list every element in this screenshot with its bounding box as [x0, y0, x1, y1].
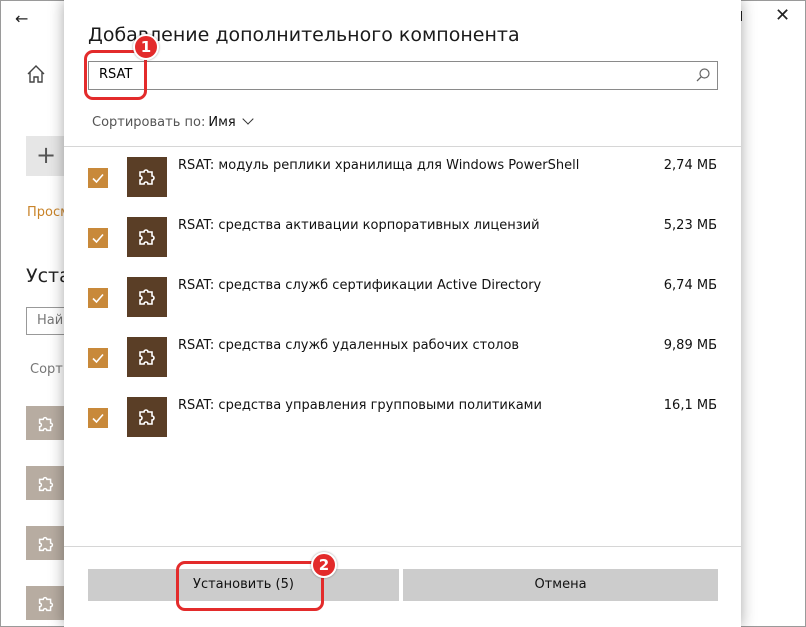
list-item[interactable]: RSAT: средства служб сертификации Active… — [64, 277, 741, 321]
divider — [64, 546, 741, 547]
item-checkbox[interactable] — [88, 168, 108, 188]
item-name: RSAT: средства активации корпоративных л… — [178, 218, 540, 233]
feature-tile — [127, 337, 167, 377]
annotation-highlight-install — [176, 561, 324, 611]
add-optional-feature-dialog: Добавление дополнительного компонента RS… — [64, 0, 741, 627]
item-name: RSAT: средства управления групповыми пол… — [178, 398, 542, 413]
checkmark-icon — [92, 353, 104, 364]
bg-feature-tile — [26, 466, 66, 500]
feature-tile — [127, 397, 167, 437]
item-size: 5,23 МБ — [663, 218, 717, 233]
puzzle-icon — [38, 536, 54, 552]
checkmark-icon — [92, 173, 104, 184]
back-arrow-icon[interactable]: ← — [15, 9, 28, 28]
puzzle-icon — [139, 289, 155, 305]
puzzle-icon — [139, 229, 155, 245]
annotation-badge-1: 1 — [133, 34, 159, 60]
chevron-down-icon — [242, 113, 254, 125]
puzzle-icon — [139, 169, 155, 185]
feature-tile — [127, 217, 167, 257]
cancel-button[interactable]: Отмена — [403, 569, 718, 601]
home-icon[interactable] — [25, 63, 47, 85]
sort-value: Имя — [208, 115, 236, 130]
item-size: 16,1 МБ — [663, 398, 717, 413]
list-item[interactable]: RSAT: средства служб удаленных рабочих с… — [64, 337, 741, 381]
sort-label: Сортировать по: — [92, 115, 206, 130]
puzzle-icon — [38, 596, 54, 612]
divider — [64, 146, 741, 147]
item-name: RSAT: средства служб сертификации Active… — [178, 278, 542, 293]
item-checkbox[interactable] — [88, 348, 108, 368]
close-icon[interactable]: ✕ — [775, 5, 790, 26]
item-name: RSAT: модуль реплики хранилища для Windo… — [178, 158, 580, 173]
list-item[interactable]: RSAT: средства активации корпоративных л… — [64, 217, 741, 261]
search-input[interactable]: RSAT — [88, 61, 718, 90]
bg-feature-tile — [26, 586, 66, 620]
item-checkbox[interactable] — [88, 228, 108, 248]
puzzle-icon — [139, 349, 155, 365]
feature-tile — [127, 277, 167, 317]
puzzle-icon — [139, 409, 155, 425]
add-feature-button[interactable]: + — [26, 136, 66, 176]
background-search-input[interactable]: Най — [26, 307, 66, 335]
item-size: 9,89 МБ — [663, 338, 717, 353]
sort-dropdown[interactable]: Сортировать по: Имя — [92, 113, 254, 130]
puzzle-icon — [38, 416, 54, 432]
item-name: RSAT: средства служб удаленных рабочих с… — [178, 338, 520, 353]
item-size: 2,74 МБ — [663, 158, 717, 173]
checkmark-icon — [92, 233, 104, 244]
annotation-badge-2: 2 — [311, 552, 337, 578]
list-item[interactable]: RSAT: модуль реплики хранилища для Windo… — [64, 157, 741, 201]
item-size: 6,74 МБ — [663, 278, 717, 293]
bg-feature-tile — [26, 406, 66, 440]
item-checkbox[interactable] — [88, 288, 108, 308]
feature-tile — [127, 157, 167, 197]
item-checkbox[interactable] — [88, 408, 108, 428]
bg-feature-tile — [26, 526, 66, 560]
list-item[interactable]: RSAT: средства управления групповыми пол… — [64, 397, 741, 441]
search-icon[interactable] — [695, 67, 711, 83]
puzzle-icon — [38, 476, 54, 492]
checkmark-icon — [92, 293, 104, 304]
checkmark-icon — [92, 413, 104, 424]
background-sort-label: Сорт — [30, 362, 63, 377]
